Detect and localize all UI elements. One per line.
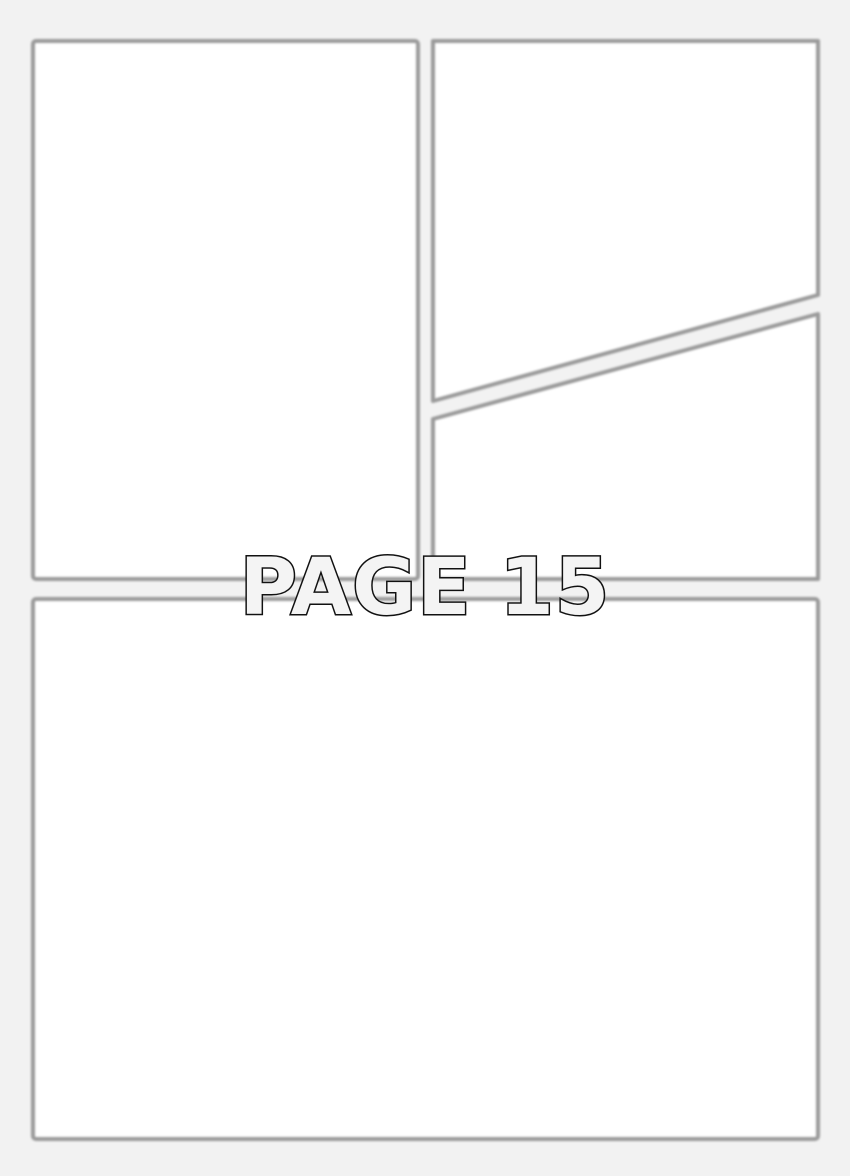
panel-bottom: [31, 597, 820, 1141]
panel-top-left: [31, 39, 420, 581]
comic-page: PAGE 15: [0, 0, 850, 1176]
page-number-label: PAGE 15: [238, 542, 611, 635]
